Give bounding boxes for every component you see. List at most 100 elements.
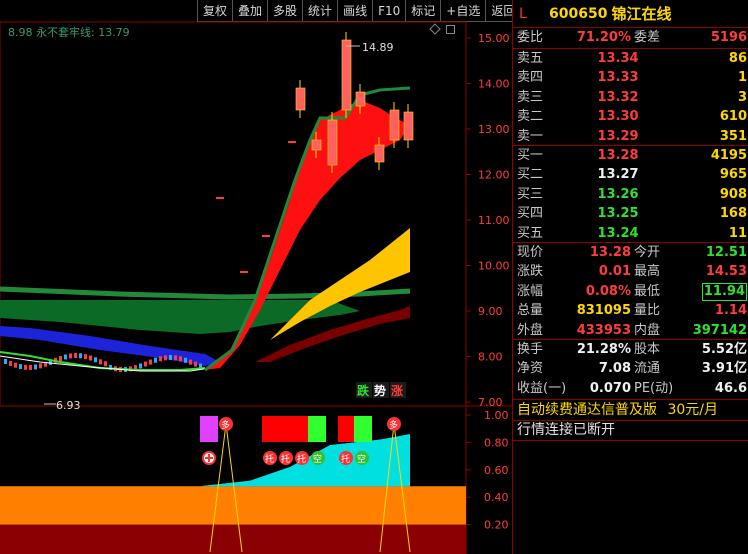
- level-price: 13.28: [597, 148, 639, 163]
- field-label: 收益(一): [517, 380, 567, 396]
- connection-status: 行情连接已断开: [517, 422, 615, 438]
- high-label: 14.89: [362, 41, 394, 54]
- level-volume: 1: [737, 70, 747, 86]
- ask-row[interactable]: 卖三 13.32 3: [513, 88, 748, 107]
- stats-row: 收益(一) 0.070 PE(动) 46.6: [513, 379, 748, 398]
- candle: [341, 39, 352, 111]
- ask-row[interactable]: 卖一 13.29 351: [513, 127, 748, 146]
- field-label: 内盘: [634, 322, 661, 338]
- sub-marker-label: 托: [341, 453, 350, 465]
- y-tick-label: 12.00: [478, 169, 510, 182]
- level-price: 13.25: [597, 206, 639, 222]
- level-label: 卖二: [517, 109, 544, 125]
- level-volume: 908: [719, 186, 747, 202]
- candle: [24, 364, 27, 370]
- sub-block: [308, 416, 326, 442]
- field-value: 0.08%: [585, 283, 631, 299]
- candle: [99, 359, 102, 365]
- level-price: 13.24: [597, 225, 639, 241]
- candle: [179, 356, 182, 362]
- field-value: 12.51: [705, 245, 747, 260]
- quote-panel: L 600650 锦江在线 委比 71.20% 委差 5196 卖五 13.34 8…: [512, 0, 748, 554]
- level-volume: 168: [719, 206, 747, 222]
- bid-row[interactable]: 买二 13.27 965: [513, 165, 748, 184]
- ask-row[interactable]: 卖二 13.30 610: [513, 107, 748, 126]
- quote-row: 涨跌 0.01 最高 14.53: [513, 262, 748, 281]
- sub-marker-label: 空: [357, 453, 366, 465]
- y-tick-label: 0.20: [484, 519, 509, 532]
- y-tick-label: 1.00: [484, 409, 509, 422]
- level-price: 13.32: [597, 89, 639, 105]
- candle: [389, 109, 400, 141]
- candle: [64, 354, 67, 360]
- candle: [327, 119, 338, 166]
- candle: [104, 361, 107, 367]
- sub-area-darkred: [0, 524, 466, 554]
- candle: [311, 139, 322, 151]
- field-value: 46.6: [714, 380, 747, 396]
- level-price: 13.26: [597, 186, 639, 202]
- signal-label: 势: [374, 383, 386, 398]
- weicha-label: 委差: [634, 30, 661, 45]
- candle: [34, 364, 37, 370]
- field-label: 股本: [634, 342, 661, 357]
- field-value: 0.01: [598, 264, 631, 280]
- weicha-value: 5196: [710, 30, 747, 45]
- y-tick-label: 15.00: [478, 32, 510, 45]
- bid-row[interactable]: 买四 13.25 168: [513, 204, 748, 223]
- bid-row[interactable]: 买一 13.28 4195: [513, 146, 748, 165]
- field-label: 总量: [517, 303, 544, 319]
- field-value: 14.53: [705, 264, 747, 280]
- candle: [4, 359, 7, 364]
- field-value: 11.94: [701, 282, 747, 301]
- signal-label: 涨: [391, 383, 403, 398]
- y-tick-label: 8.00: [478, 351, 503, 364]
- level-label: 卖四: [517, 70, 544, 86]
- ad-price: 30元/月: [667, 402, 718, 418]
- field-value: 397142: [692, 322, 747, 338]
- candle: [94, 357, 97, 363]
- field-value: 7.08: [598, 361, 631, 377]
- stock-code: 600650: [549, 5, 608, 22]
- level-volume: 86: [728, 51, 747, 66]
- level-price: 13.27: [597, 167, 639, 183]
- field-label: 涨跌: [517, 264, 544, 280]
- candle: [29, 364, 32, 370]
- price-chart[interactable]: 15.00 14.00 13.00 12.00 11.00 10.00 9.00 8.00 7.…: [0, 0, 512, 554]
- candle: [164, 355, 167, 361]
- field-label: 净资: [517, 361, 544, 377]
- weibi-label: 委比: [517, 30, 544, 45]
- candle: [184, 357, 187, 363]
- ad-text: 自动续费通达信普及版: [517, 402, 657, 418]
- y-tick-label: 11.00: [478, 214, 510, 227]
- sub-marker-label: 托: [297, 453, 306, 465]
- level-price: 13.34: [597, 51, 639, 66]
- sub-marker-label: 托: [281, 453, 290, 465]
- level-volume: 351: [719, 128, 747, 144]
- ask-row[interactable]: 卖五 13.34 86: [513, 49, 748, 68]
- level-volume: 4195: [710, 148, 747, 163]
- y-tick-label: 14.00: [478, 78, 510, 91]
- field-label: 涨幅: [517, 283, 544, 299]
- field-label: 外盘: [517, 322, 544, 338]
- field-value: 21.28%: [576, 342, 631, 357]
- field-label: 最低: [634, 283, 661, 299]
- candle: [144, 361, 147, 367]
- candle: [169, 355, 172, 361]
- sub-block: [338, 416, 354, 442]
- quote-row: 总量 831095 量比 1.14: [513, 301, 748, 320]
- y-tick-label: 7.00: [478, 396, 503, 409]
- y-tick-label: 0.40: [484, 491, 509, 504]
- ad-banner[interactable]: 自动续费通达信普及版 30元/月: [513, 400, 748, 420]
- candle: [403, 111, 414, 141]
- candle: [69, 353, 72, 359]
- level-label: 买二: [517, 167, 544, 183]
- candle: [149, 359, 152, 365]
- divider: [513, 440, 748, 441]
- ask-row[interactable]: 卖四 13.33 1: [513, 68, 748, 87]
- candle: [355, 91, 366, 107]
- sub-marker-label: 多: [389, 419, 398, 431]
- field-label: 最高: [634, 264, 661, 280]
- bid-row[interactable]: 买五 13.24 11: [513, 224, 748, 243]
- bid-row[interactable]: 买三 13.26 908: [513, 185, 748, 204]
